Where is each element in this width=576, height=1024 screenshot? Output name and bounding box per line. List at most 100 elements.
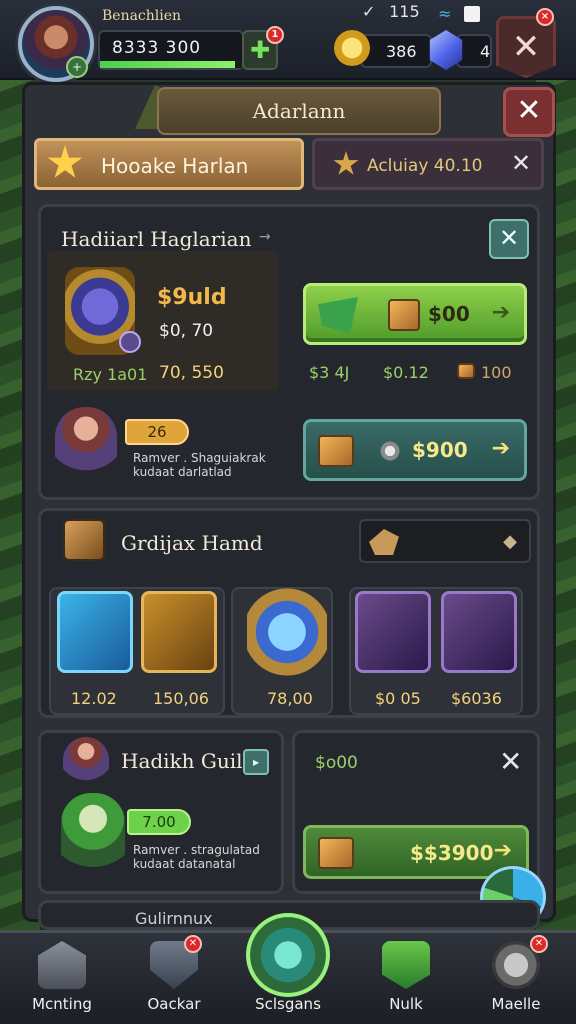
tab-label: Hooake Harlan	[101, 154, 249, 178]
nav-item-nulk[interactable]: Nulk	[356, 933, 456, 1024]
gold-coin-icon	[334, 30, 370, 66]
item-crate-slot[interactable]	[141, 591, 217, 673]
partial-panel-label: Gulirnnux	[135, 909, 213, 928]
add-notification-badge: 1	[266, 26, 284, 44]
item-price: $6036	[451, 689, 502, 708]
guild2-desc-line-1: Ramver . stragulatad	[133, 843, 260, 857]
tab-acluiay[interactable]: Acluiay 40.10 ✕	[312, 138, 544, 190]
guild-panel-title: Hadiiarl Haglarian	[61, 227, 252, 251]
xp-box: 8333 300	[98, 30, 244, 70]
guild-name: $9uld	[157, 285, 227, 310]
nav-item-mcnting[interactable]: Mcnting	[12, 933, 112, 1024]
nav-item-sclsgans[interactable]: Sclsgans	[238, 913, 338, 1024]
buy-button-value: $00	[428, 302, 470, 326]
nav-notification-badge: ✕	[184, 935, 202, 953]
guild2-hero-description: Ramver . stragulatad kudaat datanatal	[133, 843, 260, 871]
window-title: Adarlann	[252, 99, 346, 123]
nav-label: Oackar	[147, 995, 201, 1013]
xp-progress-bar	[100, 61, 242, 68]
price-3: 100	[481, 363, 512, 382]
gear-icon	[378, 439, 402, 463]
arrow-right-icon: ➔	[491, 300, 510, 325]
nav-label: Mcnting	[32, 995, 92, 1013]
hero-level-tag: 26	[125, 419, 189, 445]
guild2-panel: Hadikh Guild ▸ 7.00 Ramver . stragulatad…	[38, 730, 284, 894]
battery-icon	[464, 6, 480, 22]
item-price: 78,00	[267, 689, 313, 708]
crate-icon	[388, 299, 420, 331]
title-arrow-icon: →	[259, 229, 271, 245]
item-gem-slot[interactable]	[247, 585, 327, 679]
guild2-crate-value: $$3900	[410, 841, 494, 865]
star-icon	[333, 151, 359, 175]
tab-label: Acluiay 40.10	[367, 156, 483, 176]
arrow-right-icon: ➔	[493, 838, 512, 863]
player-name: Benachlien	[102, 8, 182, 24]
crate-icon	[318, 435, 354, 467]
title-plate: Adarlann	[157, 87, 441, 135]
nav-label: Sclsgans	[255, 995, 321, 1013]
tab-close-button[interactable]: ✕	[511, 149, 531, 177]
window-close-button[interactable]: ✕	[503, 87, 555, 137]
checkmark-shield-icon	[382, 941, 430, 989]
xp-progress-fill	[100, 61, 235, 68]
crate-button-value: $900	[412, 438, 468, 462]
guild-panel: Hadiiarl Haglarian → ✕ $9uld $0, 70 Rzy …	[38, 204, 540, 500]
chevron-icon: ◆	[503, 531, 517, 552]
item-price: $0 05	[375, 689, 421, 708]
guild2-close-button[interactable]: ✕	[499, 745, 522, 778]
guild2-hero-level-tag: 7.00	[127, 809, 191, 835]
top-bar: + Benachlien 8333 300 ✚ 1 ✓ 115 ≈ 386 4 …	[0, 0, 576, 82]
guild2-info-button[interactable]: ▸	[243, 749, 269, 775]
nav-item-oackar[interactable]: Oackar	[124, 933, 224, 1024]
wifi-icon: ≈	[438, 4, 452, 23]
items-panel-title: Grdijax Hamd	[121, 531, 263, 555]
crest-badge-icon	[119, 331, 141, 353]
dryad-hero-icon	[61, 793, 125, 879]
guild2-side-label: $o00	[315, 753, 358, 773]
tab-hooake-harlan[interactable]: Hooake Harlan	[34, 138, 304, 190]
hero-description: Ramver . Shaguiakrak kudaat darlatlad	[133, 451, 266, 479]
guild2-panel-title: Hadikh Guild	[121, 749, 256, 773]
items-panel: Grdijax Hamd ◆ 12.02 150,06 78,00 $0 05 …	[38, 508, 540, 718]
nav-label: Maelle	[491, 995, 541, 1013]
hero-desc-line-2: kudaat darlatlad	[133, 465, 232, 479]
item-crystal-slot[interactable]	[57, 591, 133, 673]
crate-small-icon	[457, 363, 475, 379]
nav-label: Nulk	[389, 995, 423, 1013]
guild-panel-close-button[interactable]: ✕	[489, 219, 529, 259]
ticket-icon	[318, 297, 358, 333]
status-bar: ✓ 115	[362, 2, 420, 21]
price-1: $3 4J	[309, 363, 350, 382]
gold-counter: 386	[360, 34, 432, 68]
hero-portrait-icon	[55, 407, 117, 479]
price-2: $0.12	[383, 363, 429, 382]
item-price: 12.02	[71, 689, 117, 708]
crate-icon	[318, 837, 354, 869]
castle-icon	[38, 941, 86, 989]
hero-desc-line-1: Ramver . Shaguiakrak	[133, 451, 266, 465]
gold-value: 386	[386, 42, 417, 61]
crate-purchase-button[interactable]: $900 ➔	[303, 419, 527, 481]
buy-button[interactable]: $00 ➔	[303, 283, 527, 345]
close-notification-badge: ×	[536, 8, 554, 26]
nav-item-maelle[interactable]: Maelle	[466, 933, 566, 1024]
avatar-level-badge-icon: +	[66, 56, 88, 78]
guild2-portrait-icon	[63, 737, 109, 785]
gem-value: 4	[480, 42, 491, 61]
star-icon	[47, 145, 83, 178]
nav-notification-badge: ✕	[530, 935, 548, 953]
chest-icon	[63, 519, 105, 561]
items-filter-dropdown[interactable]: ◆	[359, 519, 531, 563]
item-staff-slot[interactable]	[441, 591, 517, 673]
guild2-desc-line-2: kudaat datanatal	[133, 857, 236, 871]
xp-value: 8333 300	[112, 38, 202, 58]
guild-level-label: Rzy 1a01	[73, 365, 148, 384]
guild-value: $0, 70	[159, 321, 214, 341]
center-gem-icon	[246, 913, 330, 997]
item-sword-slot[interactable]	[355, 591, 431, 673]
item-price: 150,06	[153, 689, 209, 708]
arrow-right-icon: ➔	[491, 436, 510, 461]
boot-icon	[369, 529, 399, 555]
guild-level-value: 70, 550	[159, 363, 224, 383]
